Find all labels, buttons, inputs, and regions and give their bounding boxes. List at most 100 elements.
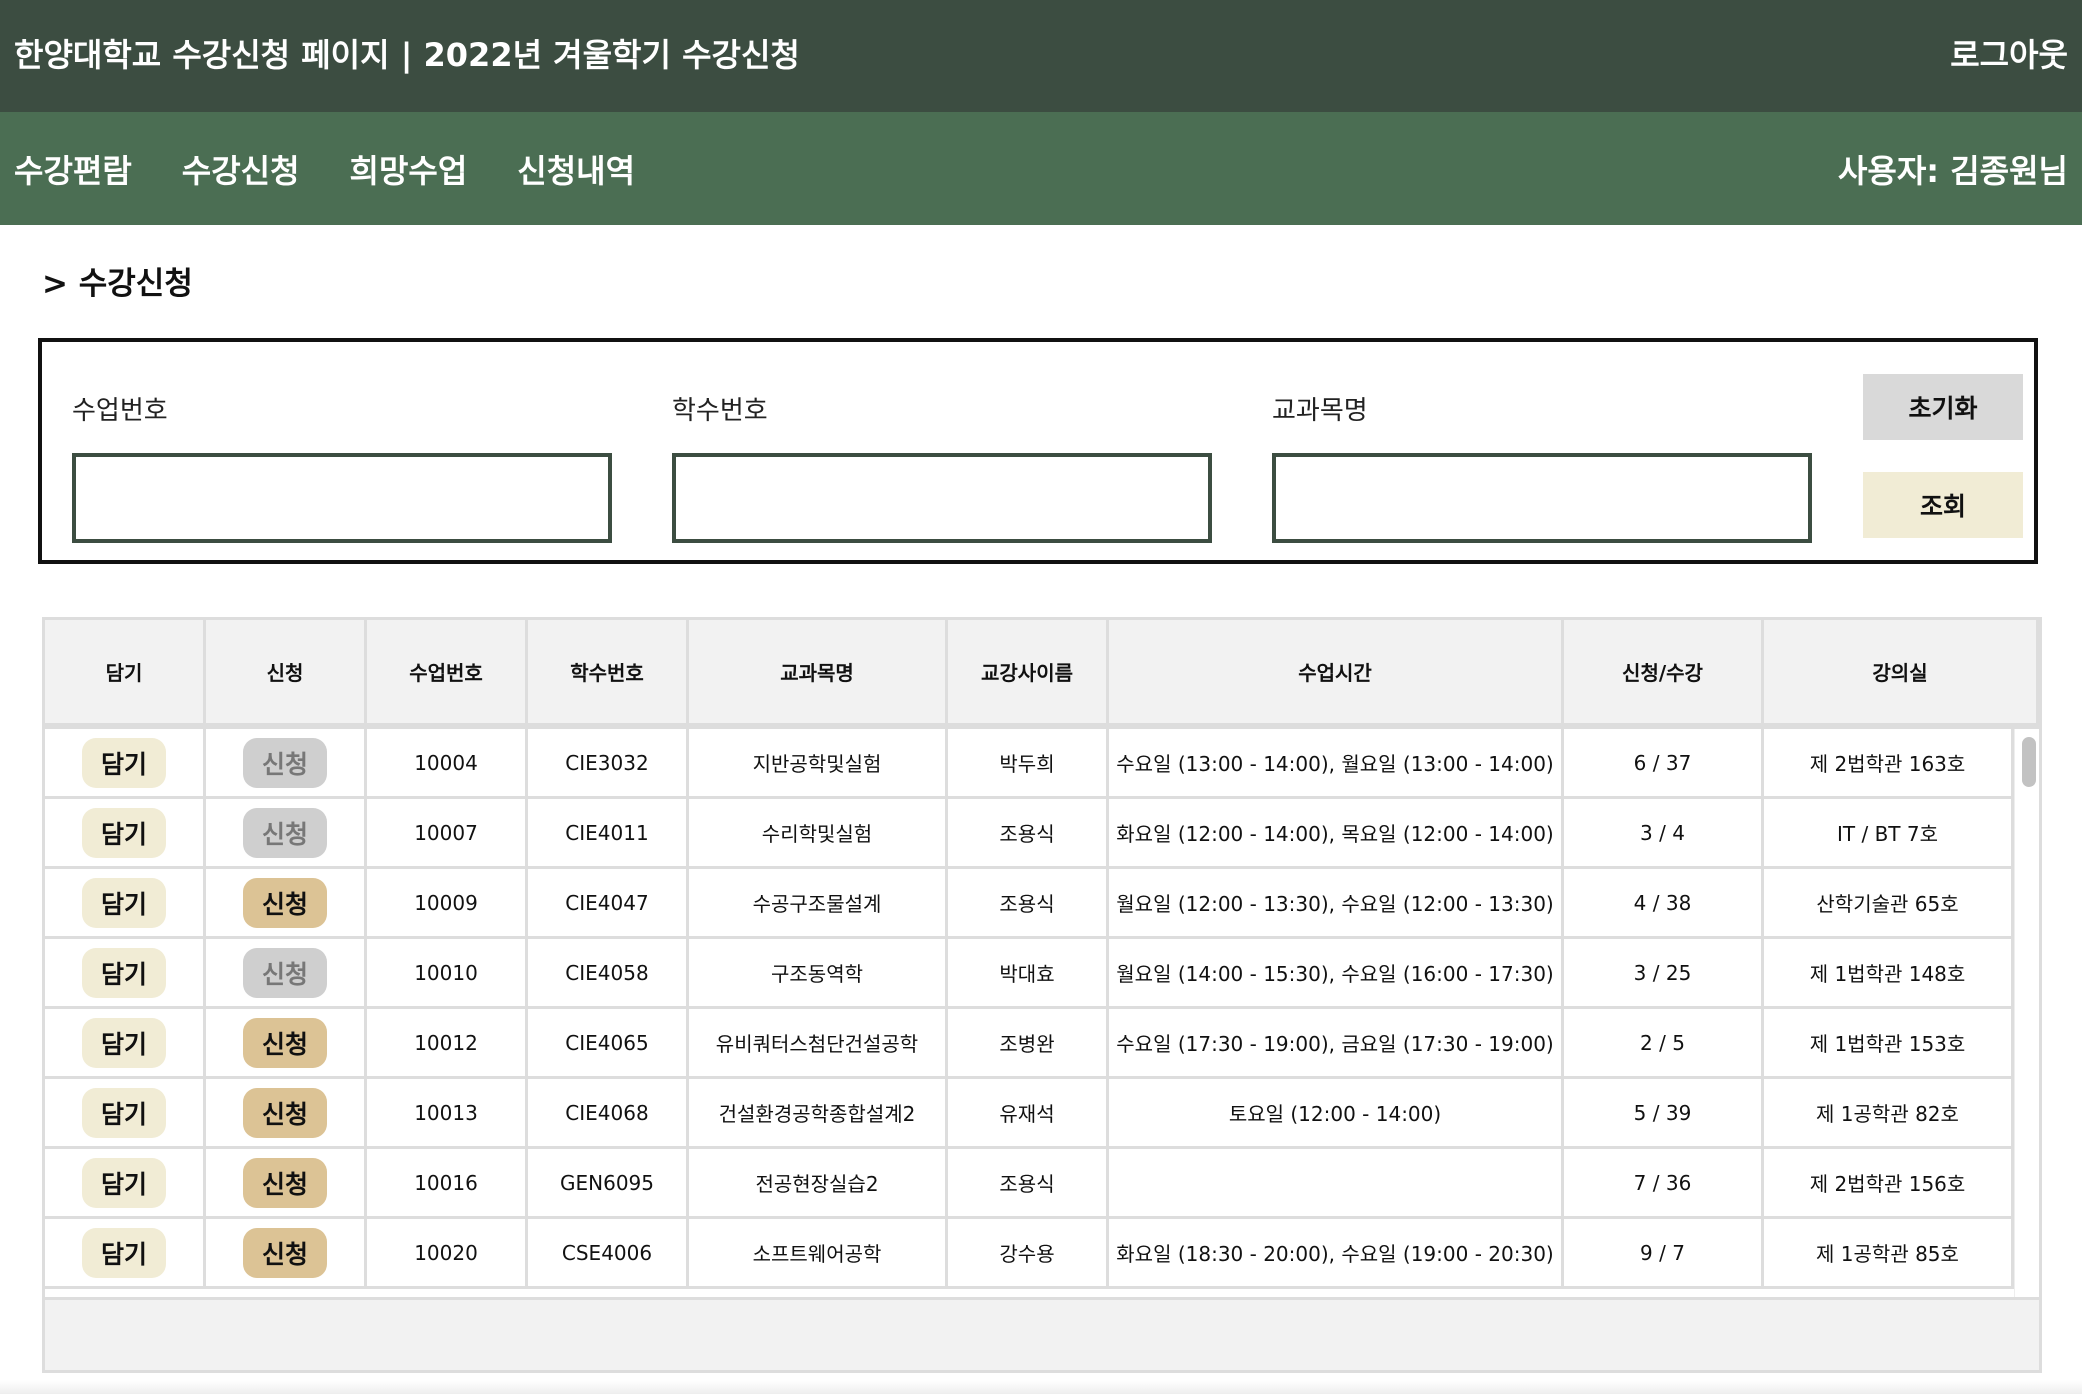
cell-course-name: 수공구조물설계 [689,869,948,936]
class-number-input[interactable] [72,453,612,543]
apply-button-disabled: 신청 [243,807,327,858]
cell-course-number: CIE4065 [528,1009,689,1076]
cell-apply: 신청 [206,869,367,936]
cell-classroom: 제 2법학관 156호 [1764,1149,2014,1216]
th-cart: 담기 [45,620,206,723]
table-row: 담기 신청 10009 CIE4047 수공구조물설계 조용식 월요일 (12:00 - 1… [45,869,2014,939]
cell-enrollment: 7 / 36 [1564,1149,1764,1216]
cell-course-number: CSE4006 [528,1219,689,1286]
scrollbar-track[interactable] [2014,729,2039,1297]
cell-course-number: CIE4011 [528,799,689,866]
cart-button[interactable]: 담기 [82,1157,166,1208]
cell-enrollment: 2 / 5 [1564,1009,1764,1076]
course-number-input[interactable] [672,453,1212,543]
cell-course-name: 전공현장실습2 [689,1149,948,1216]
cell-course-number: CIE4068 [528,1079,689,1146]
apply-button[interactable]: 신청 [243,1157,327,1208]
cell-cart: 담기 [45,939,206,1006]
course-table: 담기 신청 수업번호 학수번호 교과목명 교강사이름 수업시간 신청/수강 강의실 담기 신청 10… [42,617,2042,1373]
logout-button[interactable]: 로그아웃 [1950,30,2068,76]
nav-item-course-catalog[interactable]: 수강편람 [14,146,132,192]
cell-course-name: 유비쿼터스첨단건설공학 [689,1009,948,1076]
cart-button[interactable]: 담기 [82,947,166,998]
nav-item-wishlist[interactable]: 희망수업 [350,146,468,192]
cell-course-number: GEN6095 [528,1149,689,1216]
search-panel: 수업번호 학수번호 교과목명 초기화 조회 [38,338,2038,564]
user-label: 사용자: 김종원님 [1837,151,2068,190]
th-apply: 신청 [206,620,367,723]
cell-class-number: 10013 [367,1079,528,1146]
th-classroom: 강의실 [1764,620,2039,723]
nav-item-history[interactable]: 신청내역 [517,146,635,192]
cell-enrollment: 9 / 7 [1564,1219,1764,1286]
cell-apply: 신청 [206,1219,367,1286]
table-row: 담기 신청 10020 CSE4006 소프트웨어공학 강수용 화요일 (18:30 - 2… [45,1219,2014,1289]
cell-apply: 신청 [206,1149,367,1216]
cell-class-time: 화요일 (18:30 - 20:00), 수요일 (19:00 - 20:30) [1109,1219,1564,1286]
apply-button[interactable]: 신청 [243,877,327,928]
app-title: 한양대학교 수강신청 페이지 | 2022년 겨울학기 수강신청 [14,36,800,74]
table-row: 담기 신청 10007 CIE4011 수리학및실험 조용식 화요일 (12:00 - 14… [45,799,2014,869]
th-instructor: 교강사이름 [948,620,1109,723]
cell-course-number: CIE3032 [528,729,689,796]
table-row: 담기 신청 10010 CIE4058 구조동역학 박대효 월요일 (14:00 - 15:… [45,939,2014,1009]
cart-button[interactable]: 담기 [82,807,166,858]
cell-instructor: 조병완 [948,1009,1109,1076]
course-number-label: 학수번호 [672,396,768,426]
nav-item-registration[interactable]: 수강신청 [182,146,300,192]
cell-course-name: 구조동역학 [689,939,948,1006]
cell-classroom: 제 1공학관 85호 [1764,1219,2014,1286]
cell-class-time: 월요일 (12:00 - 13:30), 수요일 (12:00 - 13:30) [1109,869,1564,936]
cart-button[interactable]: 담기 [82,737,166,788]
apply-button[interactable]: 신청 [243,1087,327,1138]
cell-apply: 신청 [206,799,367,866]
cell-apply: 신청 [206,939,367,1006]
cell-instructor: 조용식 [948,799,1109,866]
apply-button[interactable]: 신청 [243,1017,327,1068]
cell-class-time: 수요일 (13:00 - 14:00), 월요일 (13:00 - 14:00) [1109,729,1564,796]
cell-cart: 담기 [45,799,206,866]
course-name-input[interactable] [1272,453,1812,543]
reset-button[interactable]: 초기화 [1863,374,2023,440]
table-row: 담기 신청 10004 CIE3032 지반공학및실험 박두희 수요일 (13:00 - 1… [45,729,2014,799]
page-title: > 수강신청 [42,266,193,302]
cell-enrollment: 3 / 4 [1564,799,1764,866]
cart-button[interactable]: 담기 [82,1087,166,1138]
cell-class-number: 10010 [367,939,528,1006]
cell-class-time: 월요일 (14:00 - 15:30), 수요일 (16:00 - 17:30) [1109,939,1564,1006]
cell-course-name: 지반공학및실험 [689,729,948,796]
table-row: 담기 신청 10013 CIE4068 건설환경공학종합설계2 유재석 토요일 (12:00… [45,1079,2014,1149]
cell-class-time: 화요일 (12:00 - 14:00), 목요일 (12:00 - 14:00) [1109,799,1564,866]
cell-class-time [1109,1149,1564,1216]
cell-instructor: 박두희 [948,729,1109,796]
cell-class-number: 10016 [367,1149,528,1216]
table-row: 담기 신청 10012 CIE4065 유비쿼터스첨단건설공학 조병완 수요일 (17:30… [45,1009,2014,1079]
cell-cart: 담기 [45,1219,206,1286]
cell-course-name: 건설환경공학종합설계2 [689,1079,948,1146]
cell-classroom: 제 1공학관 82호 [1764,1079,2014,1146]
th-course-name: 교과목명 [689,620,948,723]
scrollbar-thumb[interactable] [2022,737,2036,787]
cell-apply: 신청 [206,1079,367,1146]
cart-button[interactable]: 담기 [82,1017,166,1068]
cell-cart: 담기 [45,869,206,936]
app-header: 한양대학교 수강신청 페이지 | 2022년 겨울학기 수강신청 로그아웃 [0,0,2082,112]
cart-button[interactable]: 담기 [82,877,166,928]
cell-classroom: 제 1법학관 153호 [1764,1009,2014,1076]
table-footer [45,1297,2039,1370]
cell-instructor: 조용식 [948,1149,1109,1216]
cell-class-time: 토요일 (12:00 - 14:00) [1109,1079,1564,1146]
cell-enrollment: 5 / 39 [1564,1079,1764,1146]
cart-button[interactable]: 담기 [82,1227,166,1278]
cell-course-name: 소프트웨어공학 [689,1219,948,1286]
table-row: 담기 신청 10016 GEN6095 전공현장실습2 조용식 7 / 36 제 2법학관 1… [45,1149,2014,1219]
cell-class-number: 10012 [367,1009,528,1076]
search-button[interactable]: 조회 [1863,472,2023,538]
cell-enrollment: 3 / 25 [1564,939,1764,1006]
apply-button[interactable]: 신청 [243,1227,327,1278]
course-name-label: 교과목명 [1272,396,1368,426]
cell-class-number: 10020 [367,1219,528,1286]
main-nav: 수강편람 수강신청 희망수업 신청내역 사용자: 김종원님 [0,112,2082,225]
th-class-number: 수업번호 [367,620,528,723]
nav-menu: 수강편람 수강신청 희망수업 신청내역 [14,112,685,225]
